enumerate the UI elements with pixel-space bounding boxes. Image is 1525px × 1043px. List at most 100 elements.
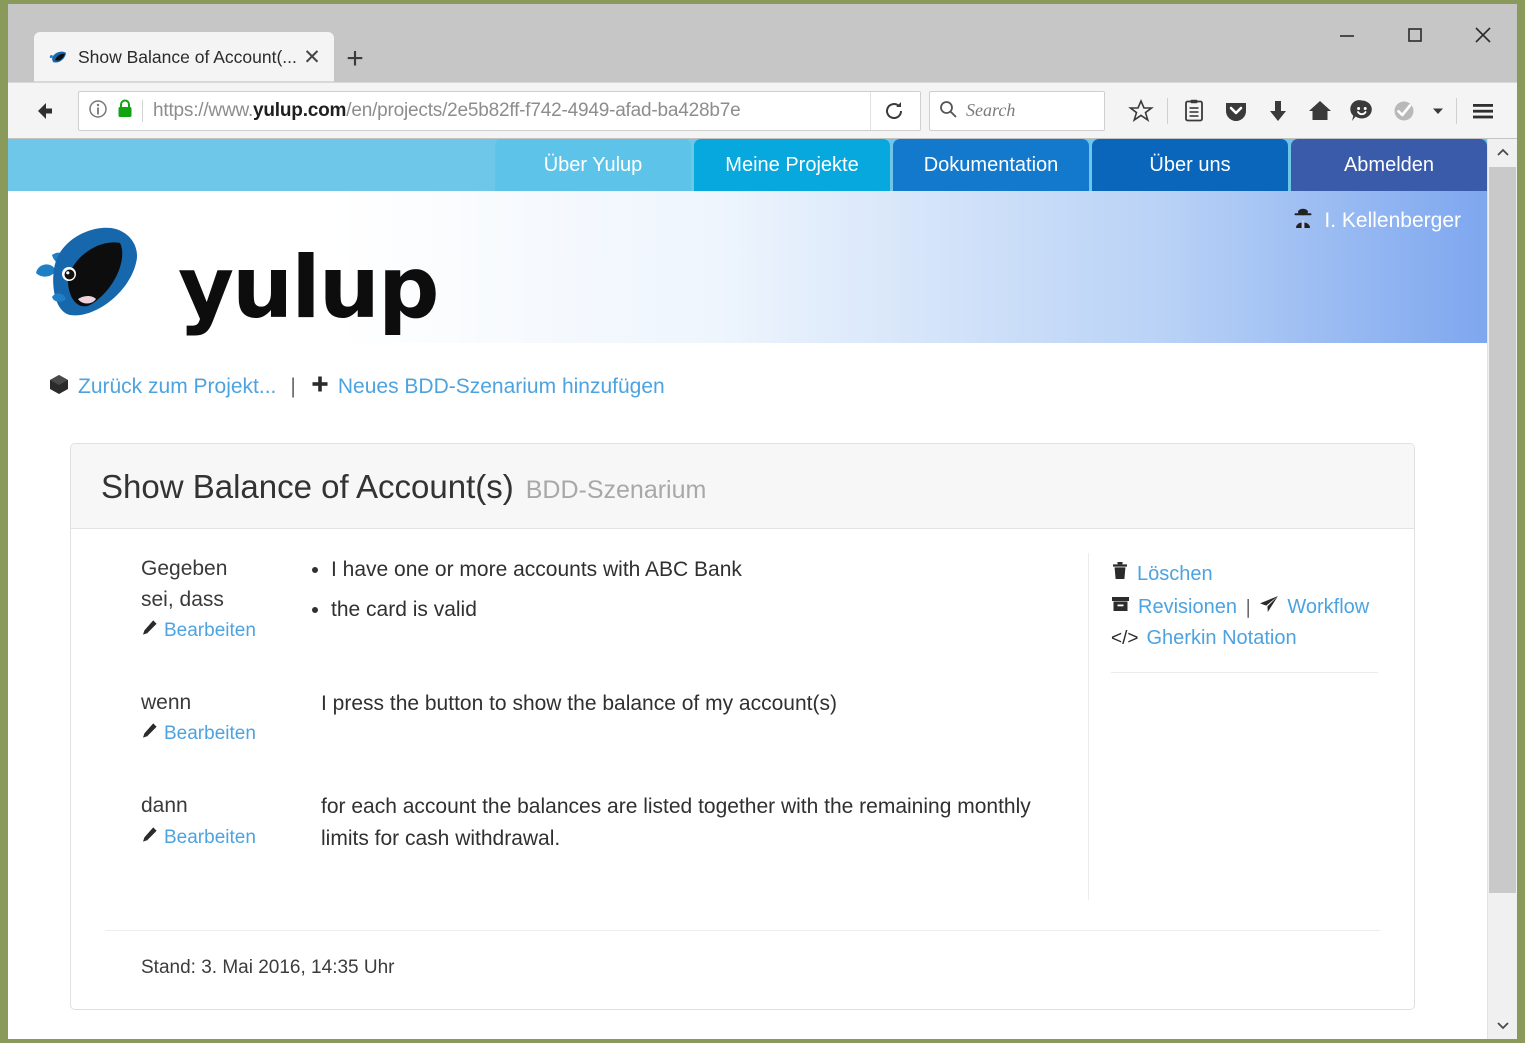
step-content-then: for each account the balances are listed…: [321, 795, 1031, 850]
page-subtitle: BDD-Szenarium: [525, 476, 707, 504]
close-tab-icon[interactable]: ✕: [300, 47, 324, 68]
scenario-card: Show Balance of Account(s) BDD-Szenarium…: [70, 443, 1415, 1011]
step-content-when: I press the button to show the balance o…: [321, 692, 837, 716]
nav-item-meine-projekte[interactable]: Meine Projekte: [694, 139, 890, 191]
scenario-step-when: wenn Bearbeiten I press the button to sh…: [141, 687, 1074, 748]
address-divider: [142, 99, 143, 122]
pencil-icon: [141, 824, 158, 852]
yulup-whale-logo-icon: [36, 227, 138, 316]
nav-item-label: Meine Projekte: [725, 153, 859, 176]
breadcrumb-back-label[interactable]: Zurück zum Projekt...: [78, 375, 276, 399]
step-keyword-line1: wenn: [141, 691, 192, 715]
browser-tab[interactable]: Show Balance of Account(... ✕: [34, 32, 334, 82]
minimize-icon[interactable]: [1313, 4, 1381, 66]
archive-icon: [1111, 595, 1130, 619]
scrollbar-track[interactable]: [1488, 167, 1517, 1011]
toolbar-divider: [1167, 97, 1168, 124]
step-label-block: wenn Bearbeiten: [141, 687, 303, 748]
page-info-icon[interactable]: [87, 98, 109, 124]
scrollbar-thumb[interactable]: [1489, 167, 1516, 893]
smiley-feedback-icon[interactable]: [1342, 91, 1382, 131]
list-item: I have one or more accounts with ABC Ban…: [331, 554, 1074, 586]
yulup-whale-favicon-icon: [48, 47, 68, 67]
search-input[interactable]: Search: [966, 100, 1015, 121]
edit-label: Bearbeiten: [164, 723, 256, 745]
nav-item-label: Über uns: [1149, 153, 1231, 176]
downloads-icon[interactable]: [1258, 91, 1298, 131]
delete-scenario-button[interactable]: Löschen: [1111, 561, 1388, 587]
gherkin-label: Gherkin Notation: [1146, 627, 1297, 649]
workflow-button[interactable]: Workflow: [1259, 595, 1369, 619]
action-separator: |: [1244, 596, 1252, 618]
site-nav: Über Yulup Meine Projekte Dokumentation …: [8, 139, 1487, 191]
nav-item-ueber-uns[interactable]: Über uns: [1092, 139, 1288, 191]
browser-toolbar: https://www.yulup.com/en/projects/2e5b82…: [8, 82, 1517, 139]
reader-list-icon[interactable]: [1174, 91, 1214, 131]
close-icon[interactable]: [1449, 4, 1517, 66]
nav-item-dokumentation[interactable]: Dokumentation: [893, 139, 1089, 191]
nav-item-abmelden[interactable]: Abmelden: [1291, 139, 1487, 191]
reload-icon[interactable]: [870, 91, 916, 130]
paper-plane-icon: [1259, 595, 1279, 619]
site-logo[interactable]: yulup: [32, 221, 440, 341]
step-content-given: I have one or more accounts with ABC Ban…: [303, 553, 1074, 645]
home-icon[interactable]: [1300, 91, 1340, 131]
breadcrumb-add-link[interactable]: Neues BDD-Szenarium hinzufügen: [310, 374, 665, 400]
step-keyword-line1: Gegeben: [141, 557, 228, 580]
page-scrollbar[interactable]: [1487, 139, 1517, 1039]
nav-item-ueber-yulup[interactable]: Über Yulup: [495, 139, 691, 191]
scroll-up-icon[interactable]: [1488, 139, 1517, 167]
revisions-label: Revisionen: [1138, 595, 1237, 618]
page-viewport: Über Yulup Meine Projekte Dokumentation …: [8, 139, 1517, 1039]
delete-label: Löschen: [1137, 562, 1213, 585]
search-bar[interactable]: Search: [929, 90, 1105, 131]
scenario-step-given: Gegeben sei, dass Bearbeiten • I have on…: [141, 553, 1074, 645]
web-page: Über Yulup Meine Projekte Dokumentation …: [8, 139, 1487, 1039]
breadcrumb-back-link[interactable]: Zurück zum Projekt...: [48, 373, 276, 401]
step-label-block: Gegeben sei, dass Bearbeiten: [141, 553, 303, 645]
step-keyword-line1: dann: [141, 794, 188, 818]
breadcrumb: Zurück zum Projekt... | Neues BDD-Szenar…: [8, 343, 1487, 401]
pencil-icon: [141, 720, 158, 748]
lock-icon[interactable]: [116, 98, 134, 124]
edit-then-button[interactable]: Bearbeiten: [141, 824, 303, 852]
gherkin-notation-button[interactable]: </> Gherkin Notation: [1111, 627, 1388, 650]
checkmark-badge-icon[interactable]: [1384, 91, 1424, 131]
pencil-icon: [141, 617, 158, 645]
edit-given-button[interactable]: Bearbeiten: [141, 617, 303, 645]
scroll-down-icon[interactable]: [1488, 1011, 1517, 1039]
site-header: yulup I. Kellenberger: [8, 191, 1487, 343]
edit-label: Bearbeiten: [164, 826, 256, 848]
address-bar[interactable]: https://www.yulup.com/en/projects/2e5b82…: [78, 90, 921, 131]
new-tab-button[interactable]: +: [334, 36, 376, 82]
trash-icon: [1111, 561, 1129, 587]
window-controls: [1313, 4, 1517, 66]
last-modified-label: Stand: 3. Mai 2016, 14:35 Uhr: [141, 957, 395, 979]
user-account[interactable]: I. Kellenberger: [1292, 207, 1461, 235]
step-label-block: dann Bearbeiten: [141, 790, 303, 854]
bookmark-star-icon[interactable]: [1121, 91, 1161, 131]
workflow-label: Workflow: [1287, 595, 1370, 618]
cube-icon: [48, 373, 70, 401]
edit-label: Bearbeiten: [164, 620, 256, 642]
maximize-icon[interactable]: [1381, 4, 1449, 66]
search-icon: [938, 99, 958, 123]
list-item: the card is valid: [331, 594, 1074, 626]
browser-tab-title: Show Balance of Account(...: [78, 46, 297, 67]
hamburger-menu-icon[interactable]: [1463, 91, 1503, 131]
scenario-actions: Löschen Revisionen | Workflow </> Gherki…: [1088, 553, 1388, 901]
site-logo-text: yulup: [178, 238, 440, 338]
edit-when-button[interactable]: Bearbeiten: [141, 720, 303, 748]
actions-divider: [1111, 672, 1378, 673]
user-secret-icon: [1292, 207, 1314, 235]
revisions-button[interactable]: Revisionen: [1111, 595, 1237, 619]
page-title: Show Balance of Account(s): [101, 468, 514, 505]
address-bar-url: https://www.yulup.com/en/projects/2e5b82…: [153, 99, 741, 121]
overflow-chevron-icon[interactable]: [1426, 91, 1450, 131]
breadcrumb-add-label[interactable]: Neues BDD-Szenarium hinzufügen: [338, 375, 665, 399]
site-identity[interactable]: [85, 98, 142, 124]
scenario-step-then: dann Bearbeiten for each account the bal…: [141, 790, 1074, 854]
revisions-workflow-row: Revisionen | Workflow: [1111, 595, 1388, 619]
back-button-icon[interactable]: [22, 89, 66, 133]
pocket-icon[interactable]: [1216, 91, 1256, 131]
